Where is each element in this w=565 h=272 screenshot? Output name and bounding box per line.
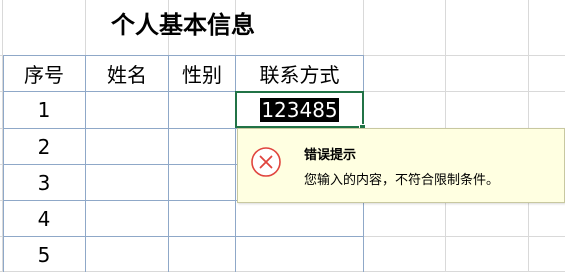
sheet-title[interactable]: 个人基本信息 <box>3 0 363 44</box>
gender-cell[interactable] <box>169 129 235 164</box>
cell-input-text[interactable]: 123485 <box>260 97 339 122</box>
tooltip-message: 您输入的内容，不符合限制条件。 <box>304 173 500 188</box>
name-cell[interactable] <box>86 129 168 164</box>
header-cell-name[interactable]: 姓名 <box>86 56 168 91</box>
active-contact-cell[interactable]: 123485 <box>235 91 364 128</box>
spreadsheet-grid[interactable]: 个人基本信息 序号 姓名 性别 联系方式 1 2 3 4 5 123485 错误… <box>0 0 565 272</box>
name-cell[interactable] <box>86 165 168 200</box>
gender-cell[interactable] <box>169 201 235 236</box>
row-index-cell[interactable]: 4 <box>3 201 85 236</box>
row-index-cell[interactable]: 1 <box>3 92 85 128</box>
name-cell[interactable] <box>86 237 168 272</box>
gender-cell[interactable] <box>169 92 235 128</box>
gender-cell[interactable] <box>169 165 235 200</box>
row-index-cell[interactable]: 2 <box>3 129 85 164</box>
row-index-cell[interactable]: 3 <box>3 165 85 200</box>
header-cell-gender[interactable]: 性别 <box>169 56 235 91</box>
error-icon <box>251 147 281 177</box>
validation-error-tooltip: 错误提示 您输入的内容，不符合限制条件。 <box>237 128 565 203</box>
tooltip-title: 错误提示 <box>304 148 357 163</box>
contact-cell[interactable] <box>236 201 363 236</box>
contact-cell[interactable] <box>236 237 363 272</box>
row-index-cell[interactable]: 5 <box>3 237 85 272</box>
gender-cell[interactable] <box>169 237 235 272</box>
header-cell-contact[interactable]: 联系方式 <box>236 56 363 91</box>
name-cell[interactable] <box>86 201 168 236</box>
header-cell-index[interactable]: 序号 <box>3 56 85 91</box>
name-cell[interactable] <box>86 92 168 128</box>
